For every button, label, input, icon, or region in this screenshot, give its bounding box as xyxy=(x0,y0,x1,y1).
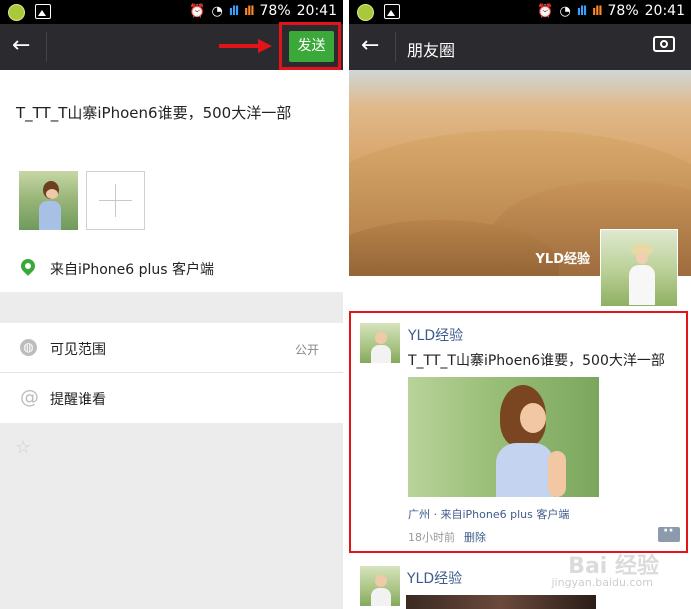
toolbar: ← 朋友圈 xyxy=(349,24,691,70)
image-notification-icon xyxy=(384,4,400,19)
delete-link[interactable]: 删除 xyxy=(464,529,486,545)
post-location[interactable]: 广州 · 来自iPhone6 plus 客户端 xyxy=(408,506,569,522)
battery-level: 78% xyxy=(607,3,639,19)
moments-screen: ⏰ ◔ ıll ıll 78% 20:41 ← 朋友圈 YLD经验 YLD经验 … xyxy=(349,0,691,609)
post2-avatar[interactable] xyxy=(360,566,400,606)
back-arrow-icon[interactable]: ← xyxy=(361,35,379,57)
signal-g-icon: ıll xyxy=(592,4,602,18)
add-photo-button[interactable] xyxy=(86,171,145,230)
profile-avatar[interactable] xyxy=(600,229,678,307)
globe-icon: ◍ xyxy=(20,339,37,356)
signal-icon: ıll xyxy=(576,4,587,18)
toolbar-divider xyxy=(395,32,396,62)
status-bar: ⏰ ◔ ıll ıll 78% 20:41 xyxy=(349,0,691,24)
profile-name: YLD经验 xyxy=(535,252,591,267)
wifi-icon: ◔ xyxy=(559,3,571,19)
signal-icon: ıll xyxy=(228,4,239,18)
compose-area: T_TT_T山寨iPhoen6谁要，500大洋一部 来自iPhone6 plus… xyxy=(0,70,343,292)
post-avatar[interactable] xyxy=(360,323,400,363)
at-icon: @ xyxy=(20,386,39,408)
battery-level: 78% xyxy=(259,3,291,19)
location-pin-icon xyxy=(18,256,38,276)
alarm-icon: ⏰ xyxy=(537,3,554,19)
wifi-icon: ◔ xyxy=(211,3,223,19)
post-settings: ◍ 可见范围 公开 @ 提醒谁看 xyxy=(0,323,343,423)
visibility-row[interactable]: ◍ 可见范围 公开 xyxy=(0,323,343,373)
send-highlight-box: 发送 xyxy=(279,22,341,70)
clock: 20:41 xyxy=(644,3,685,19)
app-notification-icon xyxy=(8,4,25,21)
post-time: 18小时前 xyxy=(408,531,455,544)
comment-icon[interactable] xyxy=(658,523,680,542)
image-notification-icon xyxy=(35,4,51,19)
post-text-input[interactable]: T_TT_T山寨iPhoen6谁要，500大洋一部 xyxy=(16,102,291,123)
watermark-url: jingyan.baidu.com xyxy=(551,576,653,589)
page-title: 朋友圈 xyxy=(407,41,456,60)
star-icon[interactable]: ☆ xyxy=(15,437,31,458)
location-label[interactable]: 来自iPhone6 plus 客户端 xyxy=(50,259,214,279)
post2-photo[interactable] xyxy=(406,595,596,609)
attached-photo-thumbnail[interactable] xyxy=(19,171,78,230)
visibility-label: 可见范围 xyxy=(50,342,106,358)
alarm-icon: ⏰ xyxy=(189,3,206,19)
annotation-arrow-head xyxy=(258,39,272,53)
compose-screen: ⏰ ◔ ıll ıll 78% 20:41 ← 发送 T_TT_T山寨iPhoe… xyxy=(0,0,343,609)
post2-author[interactable]: YLD经验 xyxy=(407,568,462,588)
post-author[interactable]: YLD经验 xyxy=(408,325,463,345)
clock: 20:41 xyxy=(296,3,337,19)
status-bar: ⏰ ◔ ıll ıll 78% 20:41 xyxy=(0,0,343,24)
camera-icon[interactable] xyxy=(653,36,675,52)
highlighted-post: YLD经验 T_TT_T山寨iPhoen6谁要，500大洋一部 广州 · 来自i… xyxy=(349,311,688,553)
signal-g-icon: ıll xyxy=(244,4,254,18)
send-button[interactable]: 发送 xyxy=(289,31,334,62)
mention-row[interactable]: @ 提醒谁看 xyxy=(0,373,343,423)
post-text: T_TT_T山寨iPhoen6谁要，500大洋一部 xyxy=(408,353,665,369)
app-notification-icon xyxy=(357,4,374,21)
back-arrow-icon[interactable]: ← xyxy=(12,35,30,57)
mention-label: 提醒谁看 xyxy=(50,392,106,408)
visibility-value: 公开 xyxy=(294,343,319,357)
annotation-arrow xyxy=(219,44,261,48)
post-photo[interactable] xyxy=(408,377,599,497)
toolbar-divider xyxy=(46,32,47,62)
